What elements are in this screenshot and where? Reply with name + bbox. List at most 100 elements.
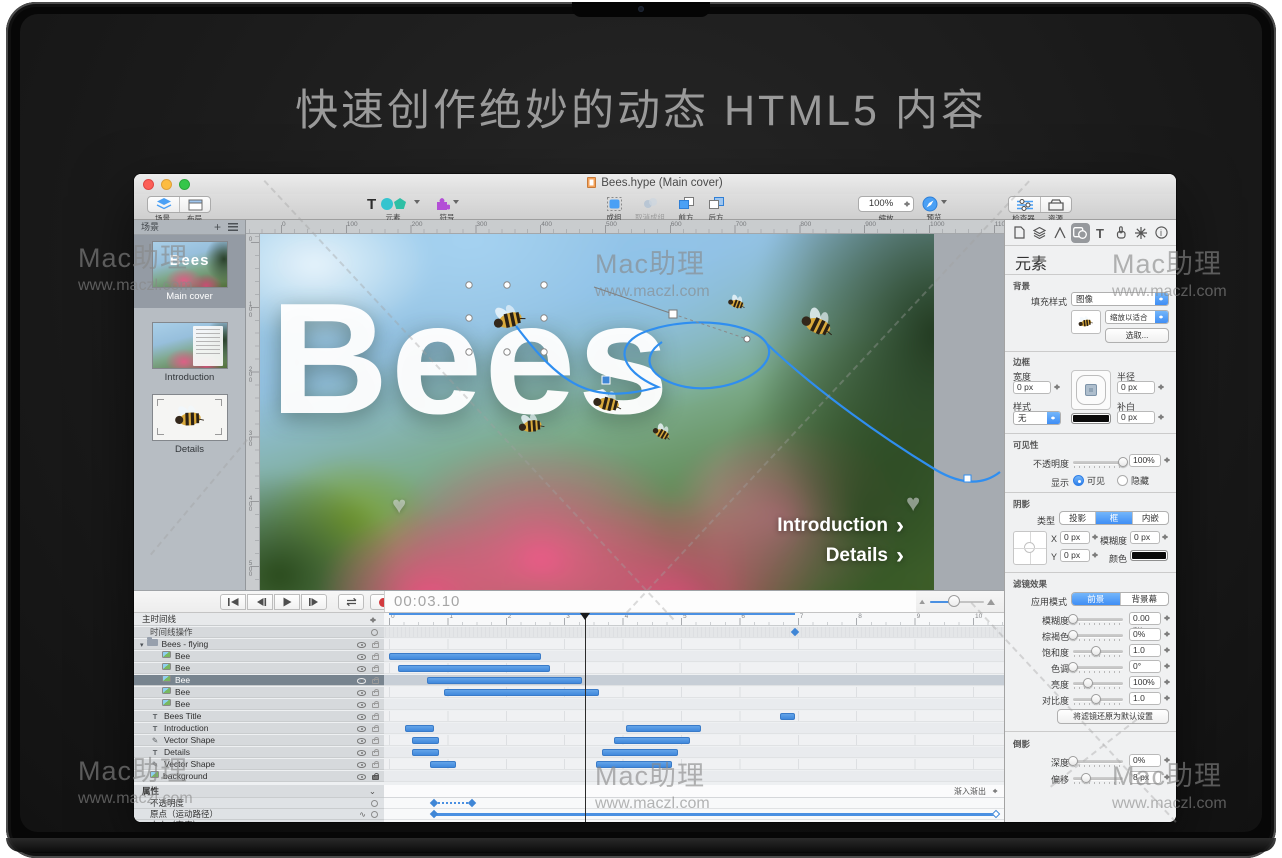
- step-forward-button[interactable]: [301, 594, 327, 610]
- timeline-track-row[interactable]: [384, 651, 1004, 662]
- timeline-zoom-control[interactable]: [918, 598, 996, 606]
- timeline-layer-bee[interactable]: Bee: [134, 651, 384, 662]
- scene-thumbnail[interactable]: [152, 394, 228, 441]
- timeline-layer-bees-title[interactable]: TBees Title: [134, 711, 384, 722]
- layer-lock-icon[interactable]: [372, 751, 379, 756]
- send-backward-toolbar-button[interactable]: 后方: [702, 196, 730, 223]
- layer-lock-icon[interactable]: [372, 679, 379, 684]
- step-back-button[interactable]: [247, 594, 273, 610]
- layer-lock-icon[interactable]: [372, 715, 379, 720]
- animation-bar[interactable]: [405, 725, 434, 732]
- timeline-layer-bee[interactable]: Bee: [134, 663, 384, 674]
- bezier-handle-point[interactable]: [744, 336, 750, 342]
- layer-visibility-eye-icon[interactable]: [357, 738, 366, 744]
- shadow-y-input[interactable]: 0 px: [1060, 549, 1090, 562]
- bee-element[interactable]: [488, 298, 526, 333]
- add-scene-button[interactable]: +: [214, 220, 221, 234]
- layer-lock-icon[interactable]: [372, 643, 379, 648]
- properties-header[interactable]: 属性⌄: [134, 785, 384, 798]
- animation-bar[interactable]: [602, 749, 678, 756]
- shadow-direction-diagram[interactable]: [1013, 531, 1047, 565]
- add-keyframe-button[interactable]: [371, 629, 378, 636]
- reflection-input[interactable]: 0%: [1129, 754, 1161, 767]
- layer-visibility-eye-icon[interactable]: [357, 690, 366, 696]
- zoom-stepper[interactable]: 100%: [858, 196, 914, 212]
- property-row-label[interactable]: 不透明度: [134, 798, 384, 809]
- symbols-toolbar-button[interactable]: 符号: [430, 196, 464, 223]
- timeline-track-row[interactable]: [384, 663, 1004, 674]
- filter-input[interactable]: 1.0: [1129, 692, 1161, 705]
- animation-bar[interactable]: [614, 737, 690, 744]
- border-padding-input[interactable]: 0 px: [1117, 411, 1155, 424]
- scenes-toolbar-button[interactable]: [148, 197, 179, 212]
- group-toolbar-button[interactable]: 成组: [600, 196, 628, 223]
- stepper-arrows-icon[interactable]: [1163, 612, 1172, 624]
- easing-selector[interactable]: 渐入渐出: [384, 785, 1004, 798]
- playhead[interactable]: [585, 615, 586, 822]
- tab-element[interactable]: [1071, 223, 1090, 243]
- stepper-arrows-icon[interactable]: [1157, 381, 1166, 393]
- layer-visibility-eye-icon[interactable]: [357, 750, 366, 756]
- timeline-track-row[interactable]: [384, 699, 1004, 710]
- main-timeline-selector[interactable]: 主时间线: [134, 613, 384, 626]
- property-track-row[interactable]: [384, 809, 1004, 820]
- filter-slider[interactable]: [1073, 682, 1123, 685]
- filter-input[interactable]: 100%: [1129, 676, 1161, 689]
- timeline-actions-track[interactable]: [384, 627, 1004, 638]
- timeline-track-row[interactable]: [384, 687, 1004, 698]
- timeline-track-row[interactable]: [384, 759, 1004, 770]
- animation-bar[interactable]: [412, 737, 438, 744]
- bring-forward-toolbar-button[interactable]: 前方: [672, 196, 700, 223]
- tab-document[interactable]: [1010, 223, 1029, 243]
- scene-list-view-icon[interactable]: [228, 223, 238, 231]
- image-scale-dropdown[interactable]: 缩放以适合: [1105, 310, 1169, 324]
- scene-item-main-cover[interactable]: BeesMain cover: [134, 235, 245, 308]
- timeline-duration-bar[interactable]: [389, 613, 795, 615]
- loop-button[interactable]: [338, 594, 364, 610]
- tab-physics[interactable]: [1132, 223, 1151, 243]
- scene-thumbnail[interactable]: [152, 322, 228, 369]
- layer-visibility-eye-icon[interactable]: [357, 666, 366, 672]
- filter-slider[interactable]: [1073, 634, 1123, 637]
- filter-slider[interactable]: [1073, 618, 1123, 621]
- motion-path-icon[interactable]: ∿: [359, 809, 366, 820]
- apply-mode-segmented[interactable]: 前景背景幕: [1071, 592, 1169, 606]
- keyframe-segment[interactable]: [434, 802, 472, 804]
- stepper-arrows-icon[interactable]: [1163, 454, 1172, 466]
- bee-element[interactable]: [727, 293, 747, 310]
- open-keyframe[interactable]: [992, 810, 1000, 818]
- stepper-arrows-icon[interactable]: [1053, 381, 1062, 393]
- timeline-track-row[interactable]: [384, 735, 1004, 746]
- stepper-arrows-icon[interactable]: [1163, 771, 1172, 783]
- border-style-dropdown[interactable]: 无: [1013, 411, 1061, 425]
- action-keyframe[interactable]: [791, 628, 799, 636]
- scene-item-introduction[interactable]: Introduction: [134, 316, 245, 389]
- filter-input[interactable]: 0°: [1129, 660, 1161, 673]
- play-button[interactable]: [274, 594, 300, 610]
- keyframe[interactable]: [468, 799, 476, 807]
- animation-bar[interactable]: [444, 689, 599, 696]
- tab-actions[interactable]: [1111, 223, 1130, 243]
- opacity-slider[interactable]: [1073, 461, 1123, 464]
- timeline-layer-vector-shape[interactable]: ✎Vector Shape: [134, 735, 384, 746]
- filter-slider[interactable]: [1073, 666, 1123, 669]
- choose-image-button[interactable]: 选取...: [1105, 328, 1169, 343]
- timeline-track-row[interactable]: [384, 675, 1004, 686]
- timeline-layer-background[interactable]: background: [134, 771, 384, 782]
- animation-bar[interactable]: [780, 713, 795, 720]
- stepper-arrows-icon[interactable]: [1163, 644, 1172, 656]
- inspector-toolbar-button[interactable]: [1009, 197, 1040, 212]
- tab-metrics[interactable]: [1050, 223, 1069, 243]
- background-image-thumbnail[interactable]: [1071, 310, 1101, 334]
- layer-lock-icon[interactable]: [372, 667, 379, 672]
- shadow-blur-input[interactable]: 0 px: [1130, 531, 1160, 544]
- timeline-layer-introduction[interactable]: TIntroduction: [134, 723, 384, 734]
- timeline-layer-bees-flying[interactable]: ▾Bees - flying: [134, 639, 384, 650]
- animation-bar[interactable]: [596, 761, 672, 768]
- layouts-toolbar-button[interactable]: [179, 197, 210, 212]
- property-track-row[interactable]: [384, 798, 1004, 809]
- scene-item-details[interactable]: Details: [134, 388, 245, 461]
- bee-element[interactable]: [516, 410, 545, 435]
- motion-path-curve[interactable]: [516, 322, 1000, 481]
- layer-lock-icon[interactable]: [372, 739, 379, 744]
